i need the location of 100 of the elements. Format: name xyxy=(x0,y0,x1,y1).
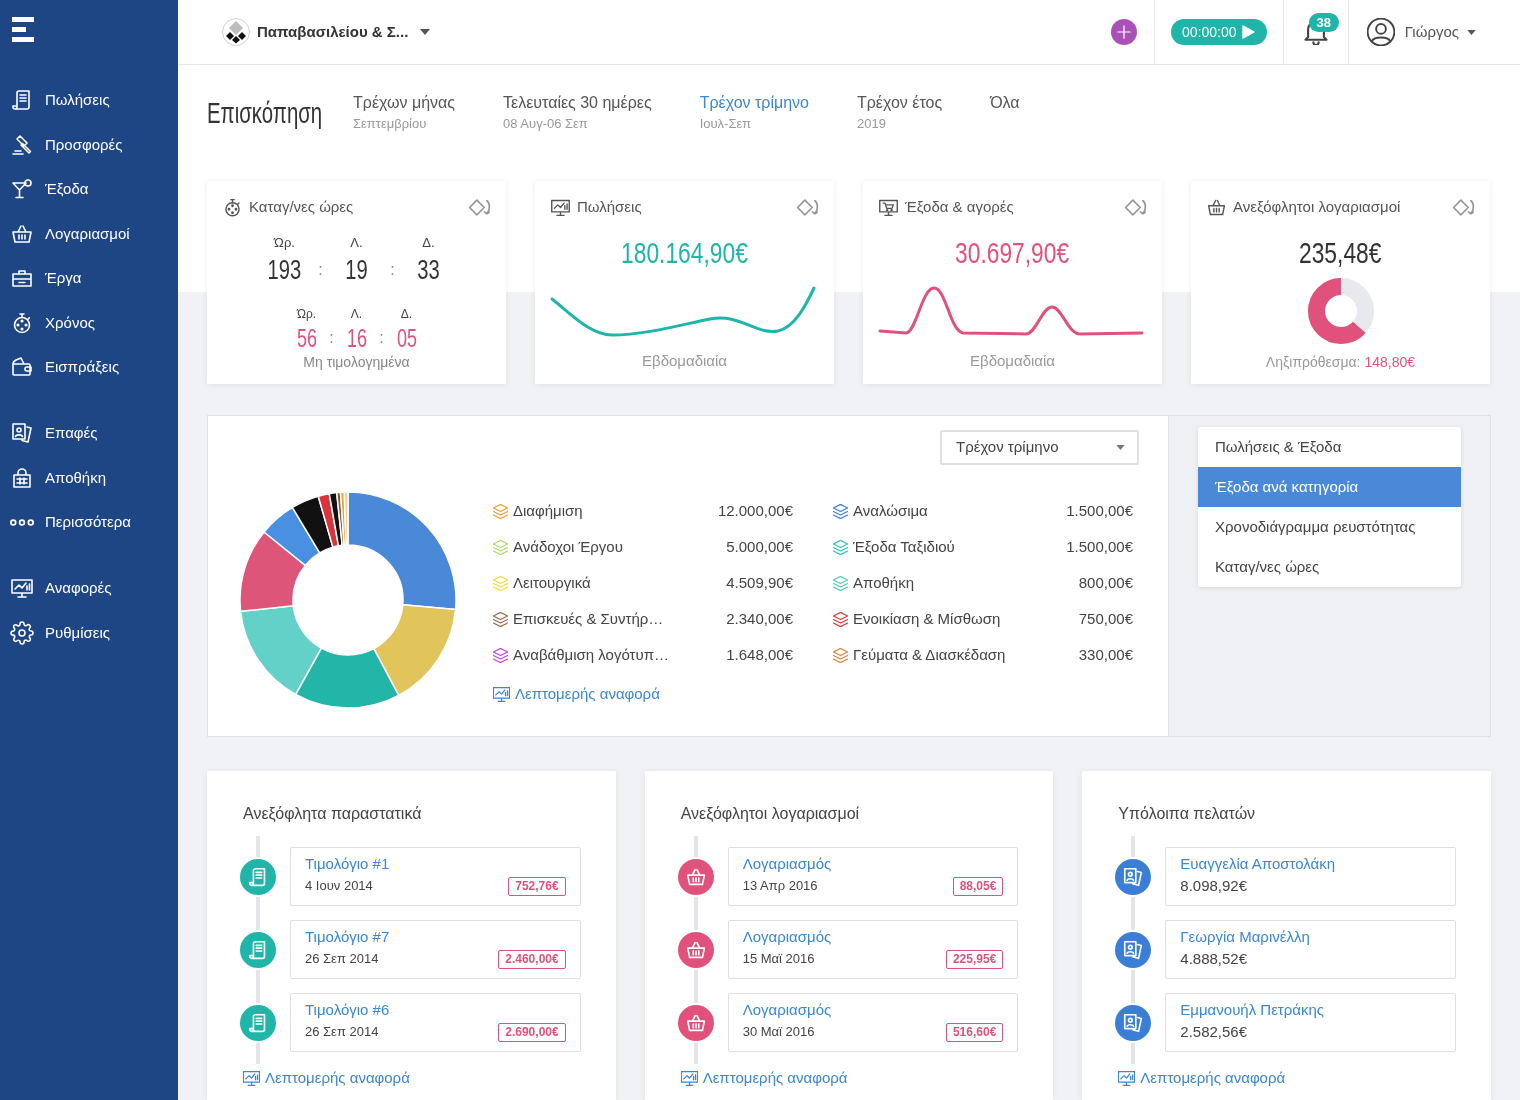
contact-card-icon xyxy=(10,421,34,446)
view-option[interactable]: Πωλήσεις & Έξοδα xyxy=(1198,427,1461,467)
period-tab[interactable]: Τρέχον έτος 2019 xyxy=(856,93,943,133)
sidebar-item[interactable]: Περισσότερα xyxy=(0,500,178,545)
sidebar-item[interactable]: Προσφορές xyxy=(0,122,178,167)
amount-badge: 2.690,00€ xyxy=(498,1022,566,1042)
time-separator: : xyxy=(318,260,323,280)
monitor-chart-icon xyxy=(243,1070,260,1086)
diamond-arrow-icon xyxy=(1452,197,1475,217)
time-value: 19 xyxy=(345,256,368,284)
monitor-chart-icon xyxy=(10,576,34,601)
caret-icon xyxy=(420,29,431,35)
sidebar-item[interactable]: Χρόνος xyxy=(0,300,178,345)
customer-link[interactable]: Ευαγγελία Αποστολάκη xyxy=(1180,854,1336,874)
bill-link[interactable]: Λογαριασμός xyxy=(742,927,832,947)
monitor-chart-icon xyxy=(493,686,510,702)
card-title: Πωλήσεις xyxy=(577,196,642,217)
customer-link[interactable]: Εμμανουήλ Πετράκης xyxy=(1180,1000,1325,1020)
settings-icon xyxy=(10,620,34,645)
period-tab[interactable]: Όλα xyxy=(990,93,1020,113)
time-unit: Λ. xyxy=(350,235,363,251)
amount-value: 235,48€ xyxy=(1299,237,1382,269)
diamond-arrow-icon xyxy=(468,197,491,217)
bill-date: 15 Μαϊ 2016 xyxy=(742,950,815,969)
amount-badge: 88,05€ xyxy=(952,876,1004,896)
add-button[interactable] xyxy=(1110,19,1137,45)
sidebar-item[interactable]: Επαφές xyxy=(0,411,178,456)
gavel-icon xyxy=(10,132,34,157)
company-selector[interactable]: Παπαβασιλείου & Σ... xyxy=(222,12,431,52)
play-icon xyxy=(1242,25,1256,39)
time-value: 33 xyxy=(417,256,440,284)
time-separator: : xyxy=(379,328,384,348)
caret-icon xyxy=(1116,445,1125,450)
category-label: Αναλώσιμα xyxy=(853,500,928,521)
category-amount: 4.509,90€ xyxy=(726,572,793,593)
time-value: 16 xyxy=(346,325,367,351)
dots-icon xyxy=(10,518,34,526)
category-amount: 1.500,00€ xyxy=(1066,536,1133,557)
invoice-link[interactable]: Τιμολόγιο #6 xyxy=(305,1000,390,1020)
category-label: Αποθήκη xyxy=(853,572,914,593)
view-option[interactable]: Καταγ/νες ώρες xyxy=(1198,547,1461,587)
sidebar-item[interactable]: Έξοδα xyxy=(0,167,178,212)
amount-badge: 225,95€ xyxy=(945,949,1004,969)
monitor-chart-icon xyxy=(680,1070,698,1086)
time-value: 193 xyxy=(267,256,302,284)
time-unit: Λ. xyxy=(350,307,363,321)
amount-badge: 516,60€ xyxy=(945,1022,1004,1042)
report-link[interactable]: Λεπτομερής αναφορά xyxy=(493,684,660,704)
report-link[interactable]: Λεπτομερής αναφορά xyxy=(1118,1068,1286,1088)
period-select[interactable]: Τρέχον τρίμηνο xyxy=(940,430,1139,465)
category-amount: 1.500,00€ xyxy=(1066,500,1133,521)
period-tab[interactable]: Τρέχον τρίμηνο Ιουλ-Σεπ xyxy=(699,93,809,133)
category-label: Γεύματα & Διασκέδαση xyxy=(853,644,1006,665)
period-tab[interactable]: Τρέχων μήνας Σεπτεμβρίου xyxy=(353,93,455,133)
diamond-arrow-icon xyxy=(1124,197,1147,217)
category-amount: 12.000,00€ xyxy=(717,500,793,521)
sidebar-item[interactable]: Εισπράξεις xyxy=(0,345,178,390)
card-title: Έξοδα & αγορές xyxy=(905,196,1014,217)
customer-balance: 4.888,52€ xyxy=(1180,949,1248,969)
customer-link[interactable]: Γεωργία Μαρινέλλη xyxy=(1180,927,1310,947)
sidebar-item[interactable]: Αποθήκη xyxy=(0,455,178,500)
customer-balance: 8.098,92€ xyxy=(1180,876,1248,896)
sidebar-item[interactable]: Λογαριασμοί xyxy=(0,211,178,256)
period-tab[interactable]: Τελευταίες 30 ημέρες 08 Αυγ-06 Σεπ xyxy=(503,93,652,133)
overdue-label: Ληξιπρόθεσμα: xyxy=(1265,353,1361,372)
time-unit: Δ. xyxy=(400,307,413,321)
invoice-link[interactable]: Τιμολόγιο #7 xyxy=(305,927,390,947)
bill-link[interactable]: Λογαριασμός xyxy=(742,854,832,874)
view-option[interactable]: Χρονοδιάγραμμα ρευστότητας xyxy=(1198,507,1461,547)
sidebar-item[interactable]: Αναφορές xyxy=(0,566,178,611)
category-label: Λειτουργικά xyxy=(513,572,591,593)
view-option[interactable]: Έξοδα ανά κατηγορία xyxy=(1198,467,1461,507)
invoice-date: 4 Ιουν 2014 xyxy=(305,877,373,896)
card-caption: Εβδομαδιαία xyxy=(970,351,1055,371)
bill-link[interactable]: Λογαριασμός xyxy=(742,1000,832,1020)
report-link[interactable]: Λεπτομερής αναφορά xyxy=(680,1068,848,1088)
time-unit: Ώρ. xyxy=(296,307,317,321)
sidebar-item[interactable]: Ρυθμίσεις xyxy=(0,610,178,655)
card-title: Καταγ/νες ώρες xyxy=(249,196,354,217)
category-amount: 1.648,00€ xyxy=(726,644,793,665)
card-caption: Εβδομαδιαία xyxy=(642,351,727,371)
card-title: Ανεξόφλητα παραστατικά xyxy=(243,804,423,824)
overdue-amount: 148,80€ xyxy=(1364,353,1416,372)
report-link[interactable]: Λεπτομερής αναφορά xyxy=(243,1068,410,1088)
category-label: Διαφήμιση xyxy=(513,500,583,521)
user-menu[interactable]: Γιώργος xyxy=(1366,18,1476,46)
time-separator: : xyxy=(390,260,395,280)
caret-icon xyxy=(1467,29,1476,35)
sidebar-item[interactable]: Έργα xyxy=(0,256,178,301)
invoice-link[interactable]: Τιμολόγιο #1 xyxy=(305,854,390,874)
invoice-date: 26 Σεπ 2014 xyxy=(305,950,379,969)
stopwatch-icon xyxy=(222,196,243,218)
time-value: 56 xyxy=(296,325,317,351)
category-label: Ανάδοχοι Έργου xyxy=(513,536,623,557)
customer-balance: 2.582,56€ xyxy=(1180,1022,1248,1042)
card-title: Ανεξόφλητοι λογαριασμοί xyxy=(680,804,861,824)
sidebar-item[interactable]: Πωλήσεις xyxy=(0,78,178,123)
app-logo xyxy=(12,17,34,42)
category-amount: 800,00€ xyxy=(1078,572,1133,593)
card-title: Ανεξόφλητοι λογαριασμοί xyxy=(1233,196,1401,217)
